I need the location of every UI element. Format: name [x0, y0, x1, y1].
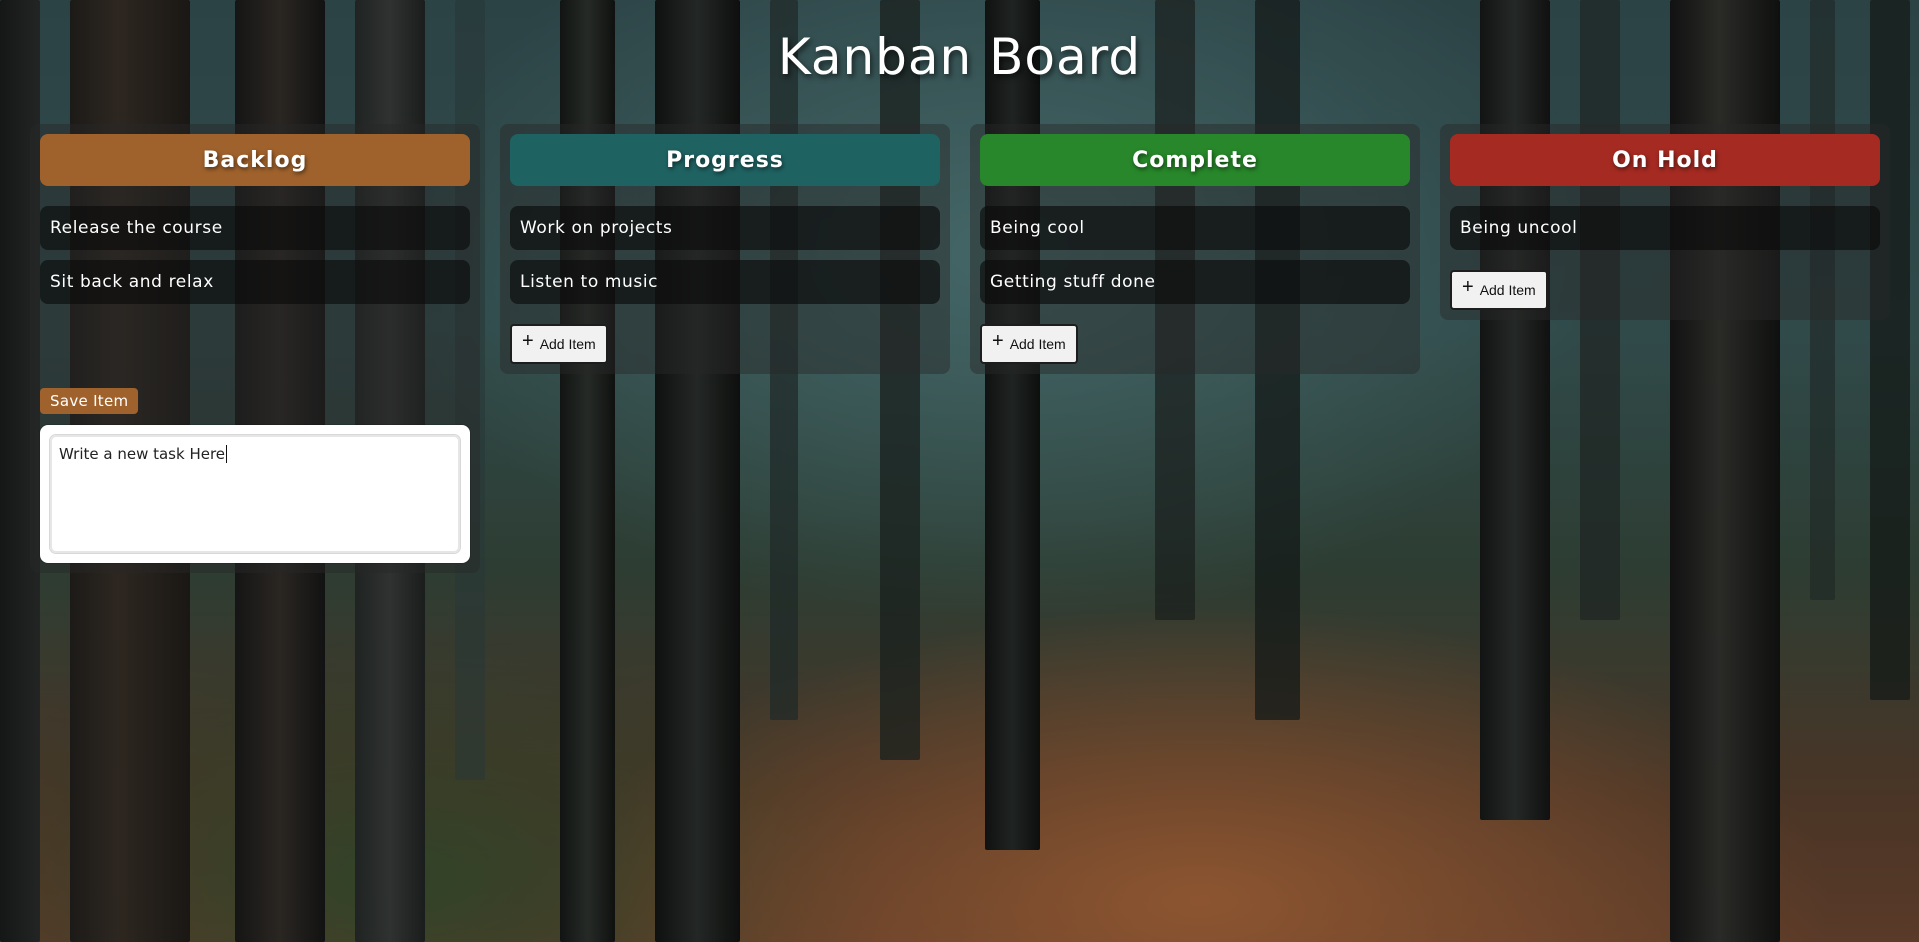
add-item-label: Add Item [1009, 336, 1066, 352]
task-item[interactable]: Being uncool [1450, 206, 1880, 250]
task-text: Work on projects [520, 218, 673, 238]
task-item[interactable]: Getting stuff done [980, 260, 1410, 304]
plus-icon: + [522, 330, 534, 352]
column-title: On Hold [1612, 147, 1718, 173]
new-task-text: Write a new task Here [59, 445, 226, 463]
column-backlog: Backlog Release the course Sit back and … [30, 124, 480, 573]
new-task-input[interactable]: Write a new task Here [50, 435, 460, 553]
column-header-progress: Progress [510, 134, 940, 186]
new-task-container: Write a new task Here [40, 425, 470, 563]
task-item[interactable]: Being cool [980, 206, 1410, 250]
column-complete: Complete Being cool Getting stuff done +… [970, 124, 1420, 374]
task-item[interactable]: Work on projects [510, 206, 940, 250]
column-title: Backlog [202, 147, 308, 173]
save-item-button[interactable]: Save Item [40, 388, 139, 414]
task-text: Release the course [50, 218, 223, 238]
column-header-complete: Complete [980, 134, 1410, 186]
page-title: Kanban Board [777, 28, 1142, 86]
plus-icon: + [1462, 276, 1474, 298]
column-on-hold: On Hold Being uncool + Add Item [1440, 124, 1890, 320]
column-progress: Progress Work on projects Listen to musi… [500, 124, 950, 374]
task-item[interactable]: Sit back and relax [40, 260, 470, 304]
task-text: Being cool [990, 218, 1085, 238]
task-text: Sit back and relax [50, 272, 214, 292]
task-item[interactable]: Release the course [40, 206, 470, 250]
task-text: Getting stuff done [990, 272, 1156, 292]
column-title: Progress [666, 147, 784, 173]
add-item-label: Add Item [539, 336, 596, 352]
add-item-button[interactable]: + Add Item [1450, 270, 1548, 310]
task-item[interactable]: Listen to music [510, 260, 940, 304]
column-header-backlog: Backlog [40, 134, 470, 186]
text-caret [226, 445, 228, 463]
column-header-on-hold: On Hold [1450, 134, 1880, 186]
task-text: Being uncool [1460, 218, 1578, 238]
column-title: Complete [1132, 147, 1258, 173]
plus-icon: + [992, 330, 1004, 352]
add-item-label: Add Item [1479, 282, 1536, 298]
add-item-button[interactable]: + Add Item [510, 324, 608, 364]
kanban-app: Kanban Board Backlog Release the course … [0, 0, 1919, 942]
add-item-button[interactable]: + Add Item [980, 324, 1078, 364]
task-text: Listen to music [520, 272, 659, 292]
